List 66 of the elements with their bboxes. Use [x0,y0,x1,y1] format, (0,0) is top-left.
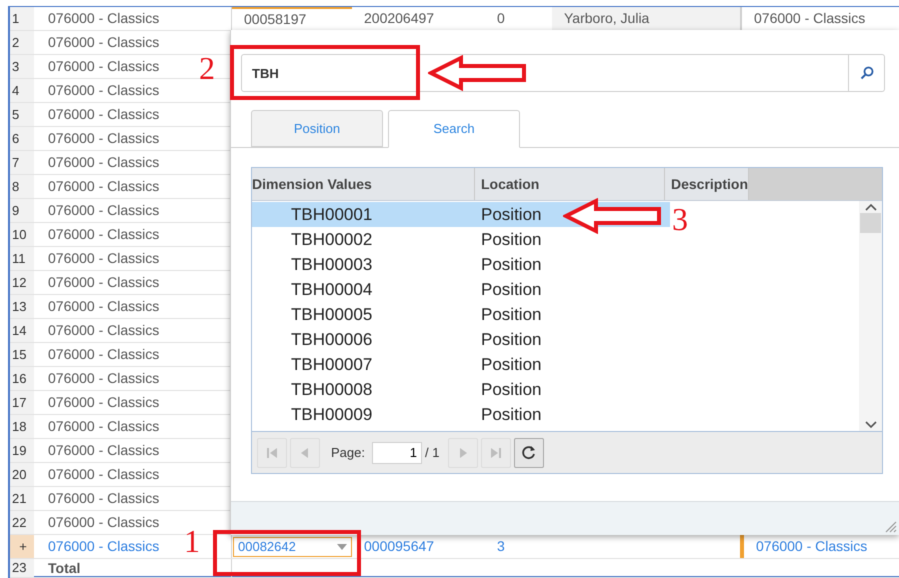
row-location: Position [480,354,542,376]
row-number: + [10,535,34,558]
row-value: TBH00009 [290,404,374,426]
column-header[interactable]: Dimension Values [252,168,475,200]
table-cell-text: 3 [496,537,506,556]
row-location: Position [480,228,542,251]
row-location: Position [480,328,542,351]
table-cell: Total [34,559,232,577]
scroll-up-icon[interactable] [864,203,876,211]
row-value: TBH00001 [290,204,374,226]
row-number: 10 [10,223,34,246]
caret-icon[interactable] [337,544,347,550]
row-value: TBH00004 [290,278,374,301]
row-number: 15 [10,343,34,366]
row-number: 16 [10,367,34,390]
table-cell-text: 0 [496,9,506,28]
row-number: 4 [10,79,34,102]
scrollbar[interactable] [859,201,882,431]
row-number: 21 [10,487,34,510]
row-number: 5 [10,103,34,126]
search-icon [860,66,874,80]
row-location: Position [480,278,542,301]
row-number: 20 [10,463,34,486]
table-cell: Yarboro, Julia [552,7,740,30]
row-number: 17 [10,391,34,414]
row-number: 18 [10,415,34,438]
row-number: 14 [10,319,34,342]
table-cell-text: 000095647 [363,537,436,556]
pager-button[interactable] [514,438,544,468]
search-button[interactable] [849,54,885,92]
field-value: 00082642 [238,538,296,556]
row-number: 22 [10,511,34,534]
row-number: 12 [10,271,34,294]
row-location: Position [480,404,542,426]
tab[interactable]: Search [388,110,520,148]
row-number: 13 [10,295,34,318]
row-number: 9 [10,199,34,222]
row-value: TBH00007 [290,354,374,376]
row-number: 2 [10,31,34,54]
row-number: 7 [10,151,34,174]
dropdown-field[interactable]: 00082642 [233,536,352,556]
page-label: Page: [331,444,365,462]
row-number: 19 [10,439,34,462]
scroll-down-icon[interactable] [864,421,876,429]
search-field[interactable]: TBH [241,54,849,92]
row-number: 23 [10,559,34,577]
row-value: TBH00003 [290,254,374,276]
row-value: TBH00005 [290,304,374,326]
resize-grip-icon[interactable] [883,519,897,533]
row-value: TBH00006 [290,328,374,351]
table-cell-text: 200206497 [363,9,436,28]
row-number: 6 [10,127,34,150]
row-number: 11 [10,247,34,270]
row-value: TBH00008 [290,378,374,401]
page-total: / 1 [424,444,440,462]
annotation-number: 3 [672,203,688,235]
scroll-thumb[interactable] [860,213,881,233]
row-value: TBH00002 [290,228,374,251]
row-location: Position [480,378,542,401]
row-location: Position [480,304,542,326]
page-field[interactable]: 1 [372,442,422,464]
row-location: Position [480,254,542,276]
row-number: 1 [10,7,34,30]
row-number: 8 [10,175,34,198]
row-number: 3 [10,55,34,78]
row-location: Position [480,204,542,226]
